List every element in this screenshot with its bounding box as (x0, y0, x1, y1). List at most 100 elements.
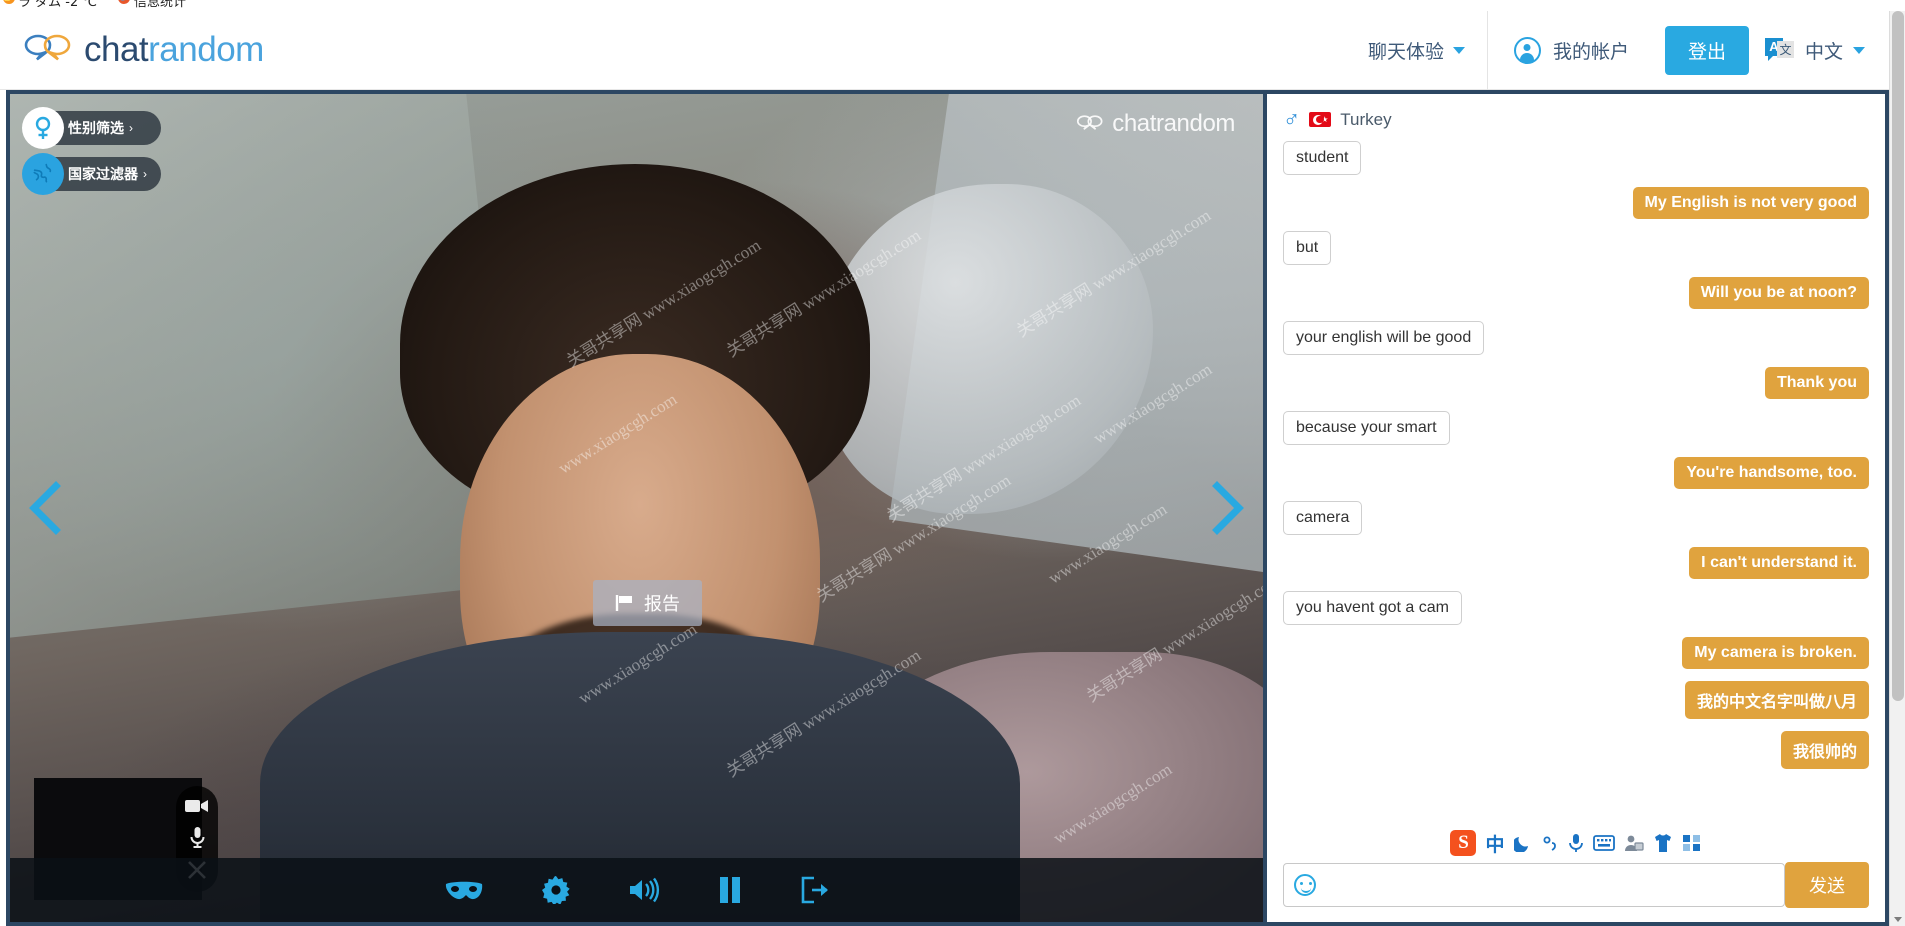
chat-experience-dropdown[interactable]: 聊天体验 (1346, 11, 1487, 89)
chat-bubble-incoming: you havent got a cam (1283, 591, 1462, 625)
send-button[interactable]: 发送 (1785, 862, 1869, 908)
microphone-icon[interactable] (189, 826, 206, 848)
page-scrollbar[interactable] (1889, 11, 1905, 926)
bookmark-one-label[interactable]: ラ ダム -2 ℃ (18, 0, 97, 10)
chat-message-row: My English is not very good (1283, 187, 1869, 219)
gender-filter-button[interactable]: 性别筛选 › (22, 107, 161, 149)
skin-shirt-icon[interactable] (1653, 833, 1673, 853)
chat-bubble-outgoing: 我很帅的 (1780, 731, 1869, 769)
video-filters: 性别筛选 › 国家过滤器 › (22, 107, 161, 195)
camera-icon[interactable] (185, 798, 209, 814)
chat-message-row: 我很帅的 (1283, 731, 1869, 769)
chat-bubble-outgoing: 我的中文名字叫做八月 (1684, 681, 1869, 719)
logo-text-chat: chat (84, 30, 149, 69)
exit-icon[interactable] (800, 876, 830, 904)
soft-keyboard-icon[interactable] (1592, 835, 1615, 851)
chat-input-wrapper[interactable] (1283, 863, 1785, 907)
report-button[interactable]: 报告 (593, 580, 702, 626)
flag-icon (615, 595, 632, 611)
logo-text-random: random (148, 30, 264, 69)
next-stranger-button[interactable] (1205, 478, 1249, 538)
chat-message-row: you havent got a cam (1283, 591, 1869, 625)
pause-icon[interactable] (718, 876, 742, 904)
toolbox-grid-icon[interactable] (1682, 834, 1702, 852)
chat-bubble-outgoing: My English is not very good (1632, 187, 1869, 219)
prev-arrow-icon (29, 481, 61, 535)
user-box-icon[interactable] (1624, 834, 1644, 852)
prev-stranger-button[interactable] (24, 478, 68, 538)
browser-bookmarks-bar: ラ ダム -2 ℃ 信息统计 (0, 0, 1905, 11)
chat-message-row: because your smart (1283, 411, 1869, 445)
globe-icon (22, 153, 64, 195)
chatrandom-logo[interactable]: chatrandom (22, 30, 264, 70)
country-filter-arrow-icon: › (143, 167, 147, 181)
chat-message-input[interactable] (1316, 865, 1784, 905)
remote-video-stage[interactable]: 关哥共享网 www.xiaogcgh.com 关哥共享网 www.xiaogcgh… (10, 94, 1263, 922)
chat-bubble-incoming: camera (1283, 501, 1363, 535)
chat-bubble-outgoing: I can't understand it. (1689, 547, 1869, 579)
mask-icon[interactable] (444, 878, 484, 902)
scrollbar-thumb[interactable] (1892, 11, 1904, 701)
chat-message-row: 我的中文名字叫做八月 (1283, 681, 1869, 719)
language-label: 中文 (1804, 41, 1843, 63)
chat-bubble-outgoing: Will you be at noon? (1688, 277, 1869, 309)
chat-message-row: your english will be good (1283, 321, 1869, 355)
sogou-ime-toolbar: S 中 (1267, 826, 1885, 862)
site-header: chatrandom 聊天体验 我的帐户 登出 A 文 中文 (0, 10, 1889, 90)
bookmark-two-favicon (118, 0, 130, 4)
chat-message-row: camera (1283, 501, 1869, 535)
my-account-label: 我的帐户 (1552, 41, 1629, 63)
chat-message-row: You're handsome, too. (1283, 457, 1869, 489)
chat-message-row: Will you be at noon? (1283, 277, 1869, 309)
chat-message-row: I can't understand it. (1283, 547, 1869, 579)
translate-icon: A 文 (1764, 37, 1795, 63)
bookmark-two-label[interactable]: 信息统计 (134, 0, 186, 10)
chat-bubble-incoming: your english will be good (1283, 321, 1485, 355)
chat-bubble-incoming: but (1283, 231, 1332, 265)
chat-bubble-outgoing: Thank you (1764, 367, 1869, 399)
scroll-down-arrow-icon[interactable] (1894, 917, 1902, 922)
chat-message-row: but (1283, 231, 1869, 265)
chat-message-list[interactable]: student My English is not very good but Wil… (1267, 137, 1885, 826)
logo-wordmark: chatrandom (84, 30, 264, 70)
emoji-icon[interactable] (1294, 874, 1316, 896)
chevron-down-icon (1452, 46, 1465, 54)
country-filter-label: 国家过滤器 (68, 166, 138, 182)
chat-partner-country: Turkey (1340, 109, 1392, 129)
chat-bubble-incoming: because your smart (1283, 411, 1450, 445)
sogou-logo-icon[interactable]: S (1450, 830, 1477, 856)
flag-star-glyph: ★ (1321, 114, 1329, 124)
country-filter-button[interactable]: 国家过滤器 › (22, 153, 161, 195)
chat-bubble-outgoing: My camera is broken. (1682, 637, 1869, 669)
video-watermark-logo: chatrandom (1075, 110, 1235, 138)
chat-input-row: 发送 (1267, 862, 1885, 922)
video-watermark-bubbles-icon (1077, 115, 1103, 130)
report-label: 报告 (644, 594, 680, 614)
next-arrow-icon (1212, 481, 1244, 535)
chat-panel: ♂ ★ Turkey student My English is not very… (1267, 94, 1885, 922)
male-gender-icon: ♂ (1283, 106, 1301, 132)
chat-message-row: Thank you (1283, 367, 1869, 399)
language-selector[interactable]: A 文 中文 (1764, 37, 1889, 64)
logout-button[interactable]: 登出 (1664, 25, 1749, 75)
language-chevron-down-icon (1853, 46, 1865, 54)
translate-icon-glyph-cn: 文 (1776, 40, 1794, 58)
moon-icon[interactable] (1513, 834, 1532, 852)
degree-comma-icon[interactable] (1541, 834, 1559, 852)
turkey-flag-icon: ★ (1309, 112, 1332, 127)
gender-filter-label: 性别筛选 (68, 120, 124, 136)
gender-filter-arrow-icon: › (129, 121, 133, 135)
volume-icon[interactable] (628, 877, 660, 903)
microphone-icon[interactable] (1568, 833, 1584, 853)
bookmark-one-favicon (3, 0, 15, 4)
chinese-mode-icon[interactable]: 中 (1485, 830, 1504, 857)
gear-icon[interactable] (541, 876, 570, 904)
venus-icon (22, 107, 64, 149)
my-account-button[interactable]: 我的帐户 (1488, 36, 1649, 64)
chat-bubble-outgoing: You're handsome, too. (1674, 457, 1869, 489)
speech-bubbles-icon (22, 32, 74, 68)
chat-message-row: student (1283, 141, 1869, 175)
video-watermark-text: chatrandom (1112, 110, 1235, 137)
chat-partner-info: ♂ ★ Turkey (1267, 94, 1885, 137)
chat-experience-label: 聊天体验 (1367, 41, 1444, 63)
